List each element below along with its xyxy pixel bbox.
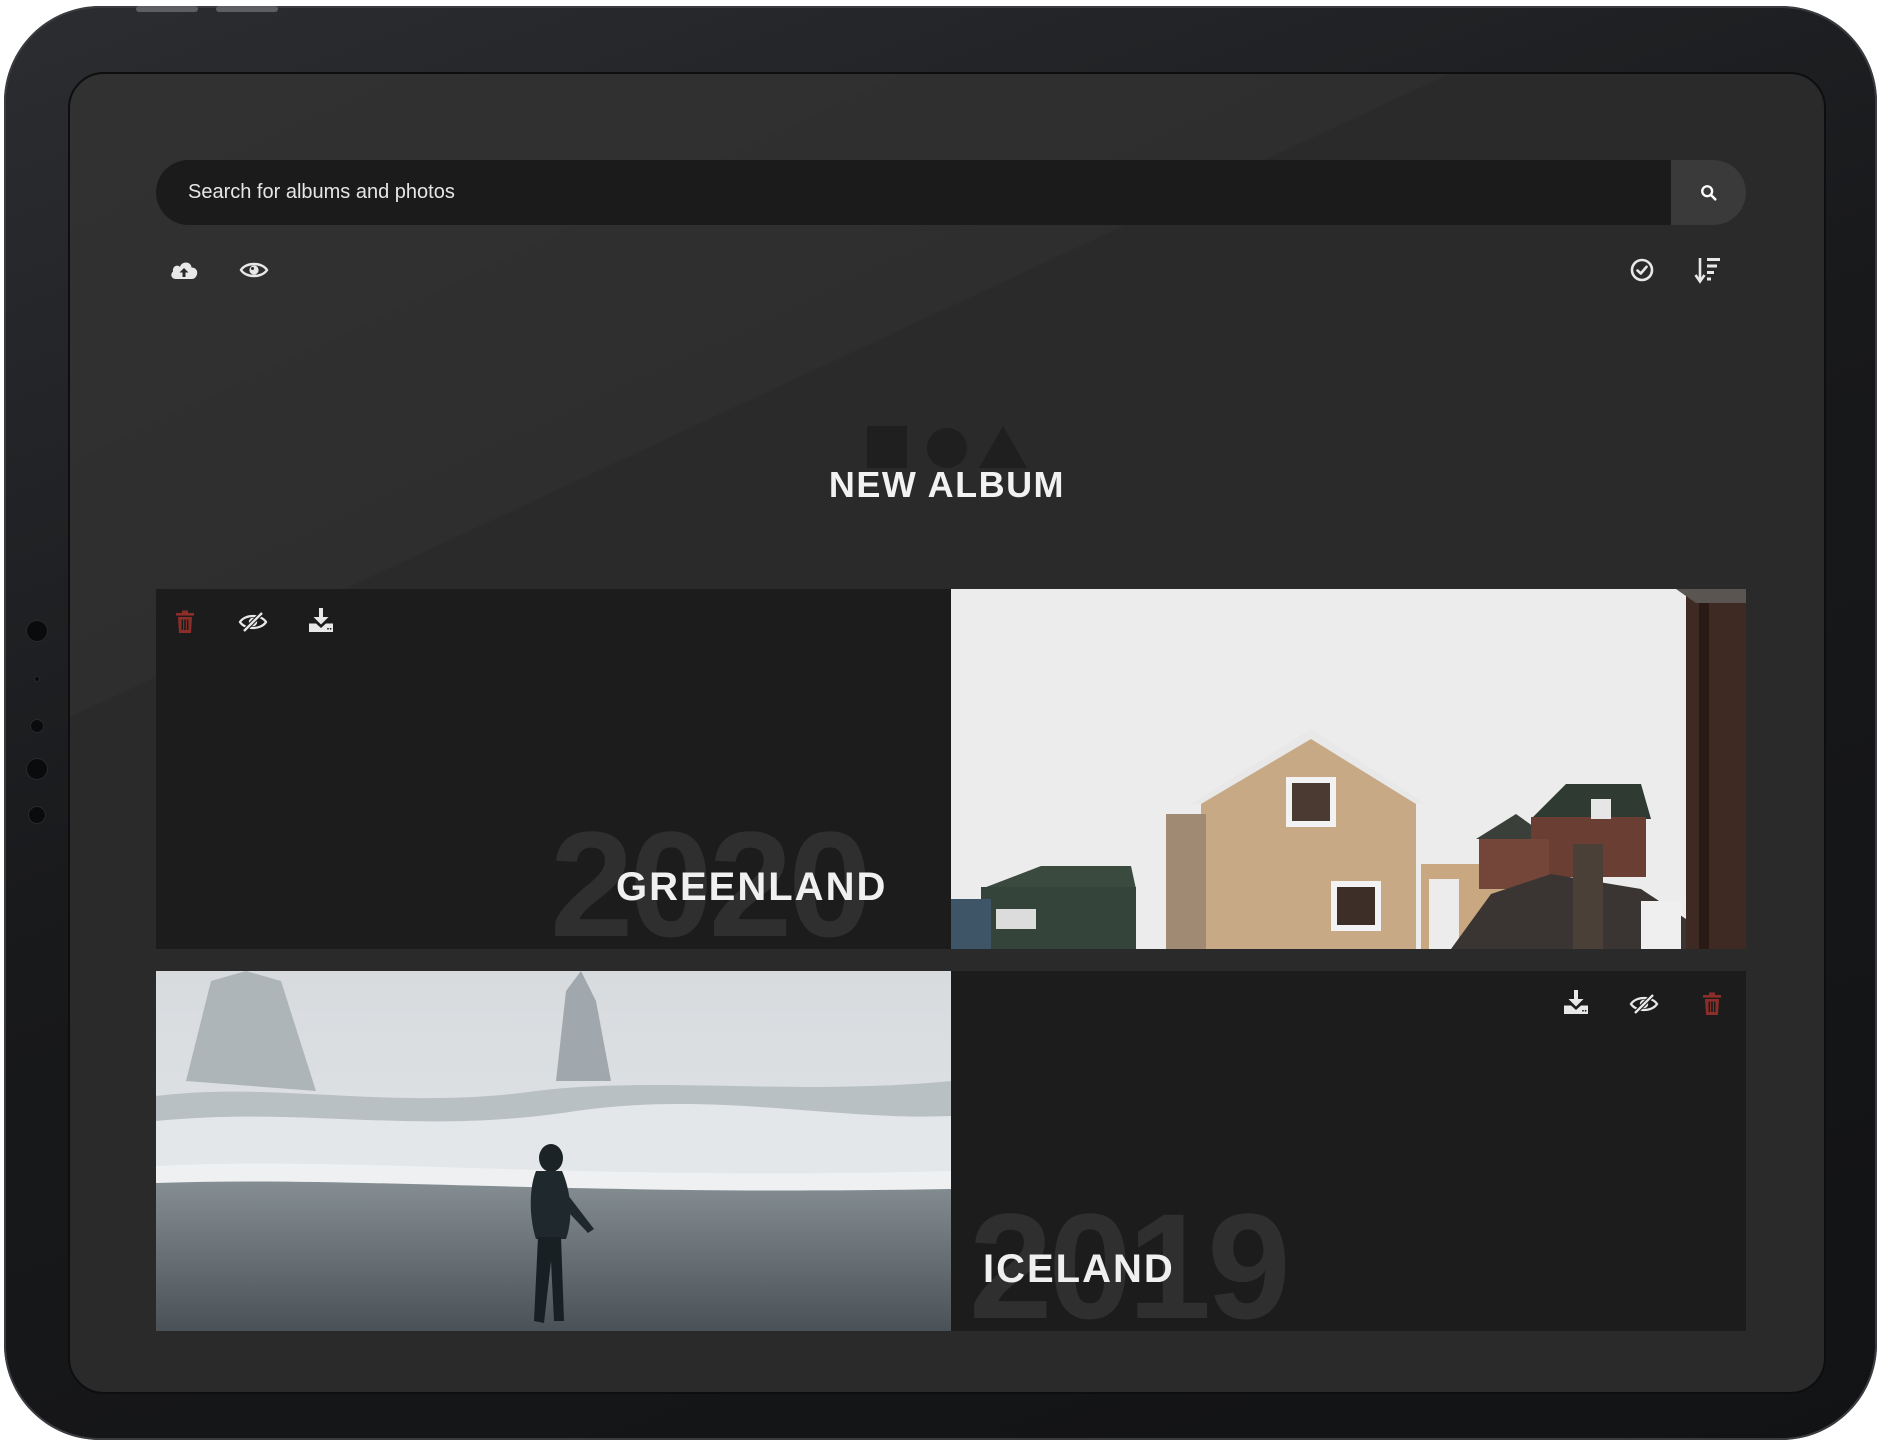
album-cover-photo[interactable]: [156, 971, 951, 1331]
sensor-dot: [34, 676, 40, 682]
sensor-dot: [30, 719, 44, 733]
album-cover-photo[interactable]: [951, 589, 1746, 949]
eye-slash-icon: [238, 611, 268, 633]
search-icon: [1700, 184, 1718, 202]
download-icon: [308, 607, 334, 633]
upload-button[interactable]: [166, 252, 202, 288]
download-album-button[interactable]: [306, 605, 336, 635]
trash-icon: [1702, 992, 1722, 1016]
houses-landscape-image: [951, 589, 1746, 949]
album-title: GREENLAND: [616, 865, 888, 909]
search-bar: [156, 160, 1746, 225]
trash-icon: [175, 610, 195, 634]
hardware-button: [216, 6, 278, 12]
shapes-logo-icon: [867, 424, 1027, 468]
select-button[interactable]: [1624, 252, 1660, 288]
sort-icon: [1694, 255, 1722, 285]
download-icon: [1563, 989, 1589, 1015]
new-album-label: NEW ALBUM: [828, 464, 1066, 505]
check-circle-icon: [1629, 257, 1655, 283]
eye-icon: [239, 260, 269, 280]
album-card-iceland[interactable]: 2019 ICELAND: [156, 971, 1746, 1331]
eye-slash-icon: [1629, 993, 1659, 1015]
person-on-beach-image: [156, 971, 951, 1331]
preview-button[interactable]: [236, 252, 272, 288]
tablet-frame: NEW ALBUM: [4, 6, 1877, 1440]
sensor-dot: [26, 758, 48, 780]
sort-button[interactable]: [1690, 252, 1726, 288]
search-input[interactable]: [156, 160, 1656, 225]
album-info-panel: 2020 GREENLAND: [156, 589, 951, 949]
album-card-greenland[interactable]: 2020 GREENLAND: [156, 589, 1746, 949]
album-title: ICELAND: [983, 1247, 1175, 1291]
upload-cloud-icon: [169, 259, 199, 281]
search-button[interactable]: [1671, 160, 1746, 225]
delete-album-button[interactable]: [1697, 989, 1727, 1019]
hide-album-button[interactable]: [238, 607, 268, 637]
camera-dot: [26, 620, 48, 642]
new-album-button[interactable]: NEW ALBUM: [70, 426, 1824, 506]
hardware-button: [136, 6, 198, 12]
download-album-button[interactable]: [1561, 987, 1591, 1017]
sensor-dot: [28, 806, 46, 824]
album-info-panel: 2019 ICELAND: [951, 971, 1746, 1331]
app-screen: NEW ALBUM: [68, 72, 1826, 1394]
album-grid: 2020 GREENLAND 2019 ICELAND: [156, 589, 1746, 1353]
hide-album-button[interactable]: [1629, 989, 1659, 1019]
delete-album-button[interactable]: [170, 607, 200, 637]
